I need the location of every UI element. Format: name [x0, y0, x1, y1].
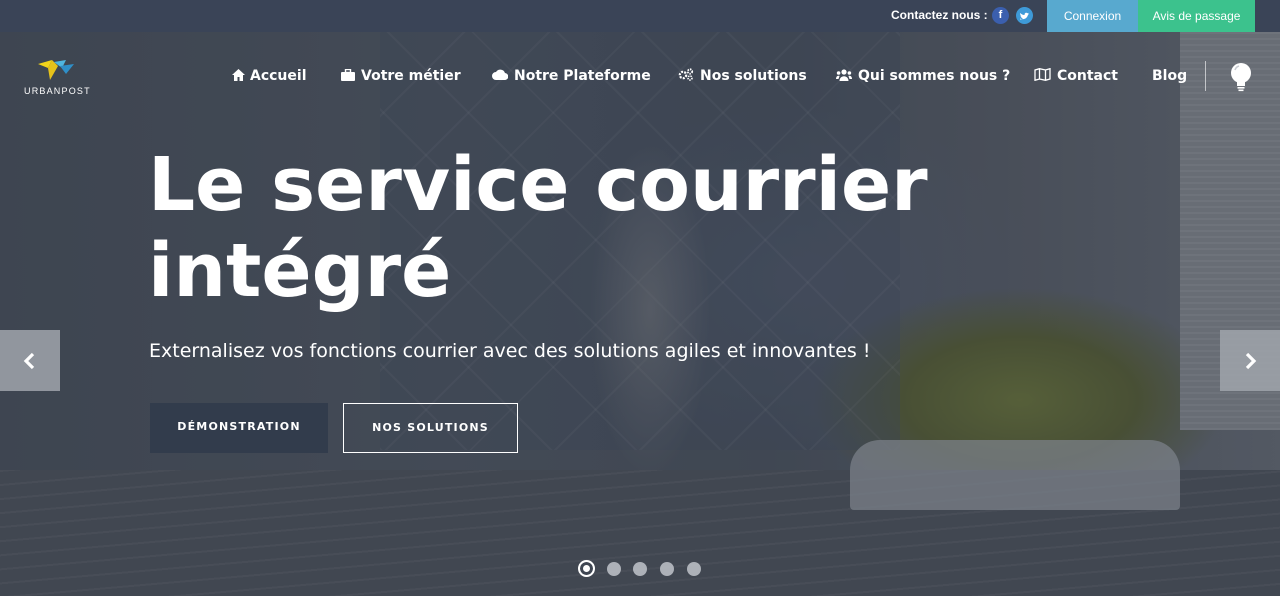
avis-de-passage-button[interactable]: Avis de passage: [1138, 0, 1255, 32]
carousel-next-button[interactable]: [1220, 330, 1280, 391]
carousel-dot-3[interactable]: [633, 562, 647, 576]
nos-solutions-button[interactable]: NOS SOLUTIONS: [343, 403, 518, 453]
twitter-icon[interactable]: [1016, 7, 1033, 24]
contact-label: Contactez nous :: [891, 8, 988, 22]
logo-mark-icon: [38, 60, 74, 80]
nav-label-accueil: Accueil: [250, 68, 307, 84]
nav-label-contact: Contact: [1057, 68, 1118, 84]
carousel-dot-5[interactable]: [687, 562, 701, 576]
users-icon: [836, 69, 852, 81]
map-icon: [1034, 67, 1051, 82]
nav-item-votre-metier[interactable]: Votre métier: [341, 68, 461, 88]
lightbulb-icon[interactable]: [1229, 62, 1253, 92]
top-bar: Contactez nous : f Connexion Avis de pas…: [0, 0, 1280, 32]
hero-headline-line1: Le service courrier: [148, 142, 928, 228]
hero-headline-line2: intégré: [148, 228, 452, 314]
nav-label-qui-sommes-nous: Qui sommes nous ?: [858, 68, 1011, 84]
urbanpost-logo[interactable]: URBANPOST: [24, 58, 94, 100]
nav-item-blog[interactable]: Blog: [1152, 68, 1187, 88]
cloud-icon: [492, 69, 509, 81]
nav-item-nos-solutions[interactable]: Nos solutions: [678, 68, 807, 88]
nav-label-notre-plateforme: Notre Plateforme: [514, 68, 651, 84]
carousel-prev-button[interactable]: [0, 330, 60, 391]
nav-item-contact[interactable]: Contact: [1034, 67, 1118, 88]
nav-divider: [1205, 61, 1206, 91]
demonstration-button[interactable]: DÉMONSTRATION: [150, 403, 328, 453]
nav-label-blog: Blog: [1152, 68, 1188, 84]
hero-headline: Le service courrier intégré: [148, 142, 1048, 314]
connexion-button[interactable]: Connexion: [1047, 0, 1138, 32]
nav-item-accueil[interactable]: Accueil: [232, 68, 307, 88]
chevron-left-icon: [23, 352, 35, 370]
carousel-dot-1[interactable]: [578, 560, 595, 577]
cogs-icon: [678, 68, 694, 81]
chevron-right-icon: [1245, 352, 1257, 370]
hero-subline: Externalisez vos fonctions courrier avec…: [149, 340, 871, 362]
nav-item-notre-plateforme[interactable]: Notre Plateforme: [492, 68, 651, 88]
logo-text: URBANPOST: [24, 86, 91, 96]
nav-label-nos-solutions: Nos solutions: [700, 68, 807, 84]
nav-item-qui-sommes-nous[interactable]: Qui sommes nous ?: [836, 68, 1010, 88]
carousel-dot-4[interactable]: [660, 562, 674, 576]
home-icon: [232, 69, 245, 81]
briefcase-icon: [341, 68, 355, 81]
nav-label-votre-metier: Votre métier: [361, 68, 461, 84]
facebook-icon[interactable]: f: [992, 7, 1009, 24]
carousel-dot-2[interactable]: [607, 562, 621, 576]
